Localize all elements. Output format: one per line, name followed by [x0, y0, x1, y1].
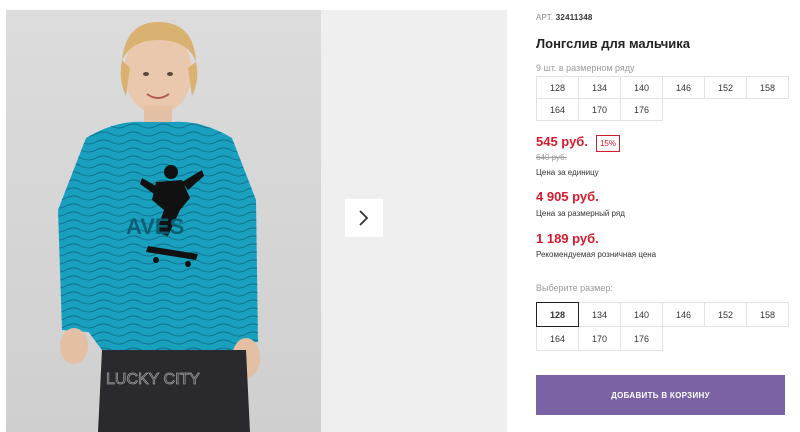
size-option-152[interactable]: 152 [704, 302, 747, 327]
choose-size-label: Выберите размер: [536, 283, 613, 293]
range-size-cell: 146 [662, 76, 705, 99]
range-price-label: Цена за размерный ряд [536, 209, 625, 218]
range-size-cell: 176 [620, 98, 663, 121]
retail-price-label: Рекомендуемая розничная цена [536, 250, 657, 259]
old-price: 640 руб. [536, 153, 567, 162]
size-option-176[interactable]: 176 [620, 326, 663, 351]
size-range-table: 128 134 140 146 152 158 164 170 176 [536, 76, 789, 121]
range-size-cell: 158 [746, 76, 789, 99]
chevron-right-icon [359, 210, 369, 226]
range-size-cell: 170 [578, 98, 621, 121]
size-option-164[interactable]: 164 [536, 326, 579, 351]
size-selector: 128 134 140 146 152 158 164 170 176 [536, 302, 789, 351]
size-option-158[interactable]: 158 [746, 302, 789, 327]
retail-price: 1 189 руб. [536, 231, 599, 246]
range-size-cell: 134 [578, 76, 621, 99]
discount-badge: 15% [596, 135, 620, 152]
product-title: Лонгслив для мальчика [536, 36, 691, 51]
current-price: 545 руб. [536, 134, 588, 149]
size-option-146[interactable]: 146 [662, 302, 705, 327]
article-label: АРТ. [536, 13, 554, 22]
range-size-cell: 152 [704, 76, 747, 99]
unit-price-label: Цена за единицу [536, 168, 599, 177]
size-range-caption: 9 шт. в размерном ряду [536, 63, 635, 73]
size-option-134[interactable]: 134 [578, 302, 621, 327]
product-photo[interactable]: AVES LUCKY CITY [6, 10, 321, 432]
range-price: 4 905 руб. [536, 189, 599, 204]
article-value: 32411348 [555, 13, 593, 22]
add-to-cart-button[interactable]: ДОБАВИТЬ В КОРЗИНУ [536, 375, 785, 415]
range-size-cell: 140 [620, 76, 663, 99]
range-size-cell: 164 [536, 98, 579, 121]
size-option-140[interactable]: 140 [620, 302, 663, 327]
article-number: АРТ. 32411348 [536, 13, 593, 22]
range-size-cell: 128 [536, 76, 579, 99]
size-option-128[interactable]: 128 [536, 302, 579, 327]
size-option-170[interactable]: 170 [578, 326, 621, 351]
shirt-print-text: AVES [126, 214, 184, 239]
jeans-print-text: LUCKY CITY [106, 371, 200, 388]
next-image-button[interactable] [345, 199, 383, 237]
